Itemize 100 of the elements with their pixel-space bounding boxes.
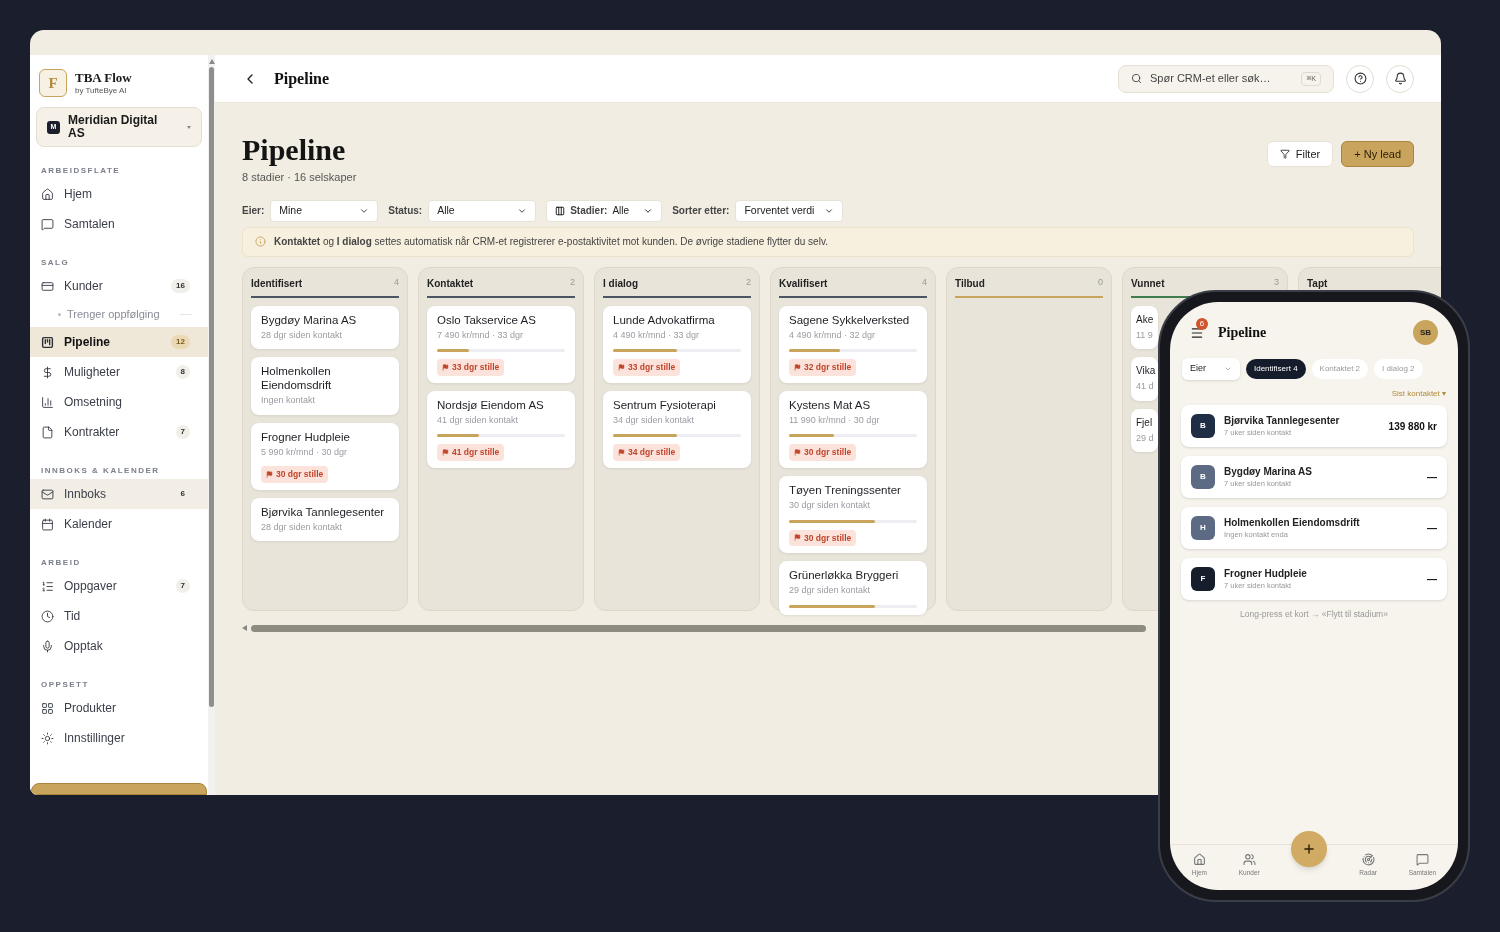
add-button[interactable]: [1291, 831, 1328, 867]
card-meta: 11 9: [1136, 328, 1154, 342]
company-name: Lunde Advokatfirma: [613, 312, 716, 327]
help-icon: [1353, 72, 1367, 85]
company-name: Kystens Mat AS: [789, 397, 872, 412]
chat-icon: [41, 217, 54, 231]
filter-label: Sorter etter:: [672, 204, 730, 218]
lead-card[interactable]: Sagene Sykkelverksted 4 490 kr/mnd · 32 dgr 32 dgr stille: [779, 305, 927, 383]
bar-chart-icon: [41, 395, 54, 409]
notice-text: Kontaktet og I dialog settes automatisk når CRM-et registrerer e-postaktivitet mot kunden. De øvrige stadiene flytter du selv.: [274, 235, 828, 249]
stale-badge: 30 dgr stille: [261, 466, 329, 483]
flag-icon: [442, 449, 449, 457]
user-avatar[interactable]: SB: [1413, 320, 1438, 345]
lead-card[interactable]: Lunde Advokatfirma 4 490 kr/mnd · 33 dgr 33 dgr stille: [603, 305, 751, 383]
caret-icon: [187, 125, 191, 129]
stale-badge: 34 dgr stille: [613, 444, 681, 461]
lead-card[interactable]: Bjørvika Tannlegesenter 28 dgr siden kontakt: [251, 497, 399, 542]
stage-chip[interactable]: Identifisert 4: [1246, 359, 1306, 379]
search-bar[interactable]: Spør CRM-et eller søk… ⌘K: [1118, 64, 1334, 93]
lead-card[interactable]: Tøyen Treningssenter 30 dgr siden kontakt 30 dgr stille: [779, 476, 927, 554]
filter-select[interactable]: Alle: [428, 199, 537, 222]
deal-value: —: [1427, 470, 1437, 485]
company-name: Holmenkollen Eiendomsdrift: [261, 364, 333, 392]
filter-button[interactable]: Filter: [1266, 141, 1334, 167]
sidebar-item[interactable]: Hjem: [30, 179, 208, 209]
company-avatar: B: [1191, 414, 1215, 438]
flag-icon: [794, 449, 801, 457]
lead-card[interactable]: Nordsjø Eiendom AS 41 dgr siden kontakt 41 dgr stille: [427, 390, 575, 468]
stale-badge: 30 dgr stille: [789, 444, 857, 461]
people-icon: [1242, 853, 1256, 866]
sidebar-item[interactable]: Produkter: [30, 693, 208, 723]
sidebar-item[interactable]: Innboks 6: [30, 479, 208, 509]
company-name: Bjørvika Tannlegesenter: [261, 504, 386, 519]
lead-card[interactable]: Oslo Takservice AS 7 490 kr/mnd · 33 dgr 33 dgr stille: [427, 305, 575, 383]
column-count: 3: [1274, 276, 1279, 290]
calendar-icon: [41, 517, 54, 531]
filter-label: Status:: [388, 204, 423, 218]
sidebar-subitem[interactable]: Trenger oppfølging: [36, 301, 202, 327]
sidebar-item[interactable]: Samtalen: [30, 209, 208, 239]
lead-card[interactable]: Sentrum Fysioterapi 34 dgr siden kontakt 34 dgr stille: [603, 390, 751, 468]
logo-mark: F: [39, 69, 67, 97]
lead-card[interactable]: Grünerløkka Bryggeri 29 dgr siden kontakt: [779, 561, 927, 615]
stale-badge: 33 dgr stille: [613, 359, 681, 376]
owner-select[interactable]: Eier: [1182, 358, 1240, 380]
lead-card[interactable]: Fjel 29 d: [1131, 408, 1158, 452]
lead-card[interactable]: Kystens Mat AS 11 990 kr/mnd · 30 dgr 30 dgr stille: [779, 390, 927, 468]
company-name: Nordsjø Eiendom AS: [437, 397, 545, 412]
section-heading: ARBEID: [40, 557, 82, 569]
sidebar-item[interactable]: Kontrakter 7: [30, 417, 208, 447]
home-icon: [1192, 853, 1206, 866]
new-lead-button[interactable]: + Ny lead: [1341, 141, 1414, 167]
lead-card[interactable]: Holmenkollen Eiendomsdrift Ingen kontakt: [251, 357, 399, 415]
sidebar-item[interactable]: Opptak: [30, 631, 208, 661]
sidebar-item[interactable]: Tid: [30, 601, 208, 631]
sidebar-item[interactable]: Oppgaver 7: [30, 571, 208, 601]
lead-card[interactable]: Bygdøy Marina AS 28 dgr siden kontakt: [251, 305, 399, 349]
chevron-icon: [1224, 365, 1232, 373]
app-byline: by TufteBye AI: [75, 86, 128, 97]
filter-select[interactable]: Mine: [270, 199, 379, 222]
item-count: 8: [175, 365, 190, 379]
hint-text: Long-press et kort → «Flytt til stadium»: [1239, 608, 1389, 621]
company-name: Frogner Hudpleie: [261, 429, 351, 444]
card-meta: 4 490 kr/mnd · 33 dgr: [613, 328, 701, 342]
notification-badge: 6: [1196, 317, 1208, 330]
section-heading: SALG: [40, 257, 71, 269]
menu-icon[interactable]: [1190, 325, 1204, 340]
company-name: Bygdøy Marina AS: [1224, 466, 1313, 479]
lead-card[interactable]: Vika 41 d: [1131, 357, 1158, 401]
item-count: 7: [175, 579, 190, 593]
item-count: 16: [171, 279, 190, 293]
lead-card[interactable]: Frogner Hudpleie 5 990 kr/mnd · 30 dgr 30 dgr stille: [251, 422, 399, 490]
card-meta: Ingen kontakt: [261, 394, 317, 407]
filter-select[interactable]: Forventet verdi: [735, 199, 844, 222]
company-name: Grünerløkka Bryggeri: [789, 568, 900, 583]
company-avatar: F: [1191, 567, 1215, 591]
phone-title: Pipeline: [1218, 324, 1268, 342]
stale-badge: 30 dgr stille: [789, 529, 857, 547]
item-count: 7: [175, 425, 190, 439]
columns-icon: [555, 205, 566, 216]
card-meta: 41 d: [1136, 380, 1155, 393]
item-count: 12: [171, 335, 190, 349]
sidebar-item[interactable]: Muligheter 8: [30, 357, 208, 387]
sidebar-item[interactable]: Omsetning: [30, 387, 208, 417]
sidebar-item[interactable]: Pipeline 12: [30, 327, 208, 357]
filter-icon: [1279, 149, 1290, 159]
mail-icon: [41, 487, 54, 501]
column-count: 4: [394, 276, 399, 290]
stages-select[interactable]: Stadier: Alle: [546, 199, 663, 222]
flag-icon: [618, 363, 625, 371]
search-input[interactable]: Spør CRM-et eller søk…: [1150, 70, 1294, 87]
section-heading: INNBOKS & KALENDER: [40, 465, 161, 477]
flag-icon: [618, 449, 625, 457]
stale-badge: 33 dgr stille: [437, 359, 505, 376]
lead-card[interactable]: Ake 11 9: [1131, 305, 1158, 349]
column-count: 2: [570, 276, 575, 290]
sidebar-item[interactable]: Kunder 16: [30, 271, 208, 301]
sidebar-item[interactable]: Innstillinger: [30, 723, 208, 753]
app-name: TBA Flow: [75, 69, 132, 87]
sidebar-item[interactable]: Kalender: [30, 509, 208, 539]
company-name: Frogner Hudpleie: [1224, 568, 1308, 581]
